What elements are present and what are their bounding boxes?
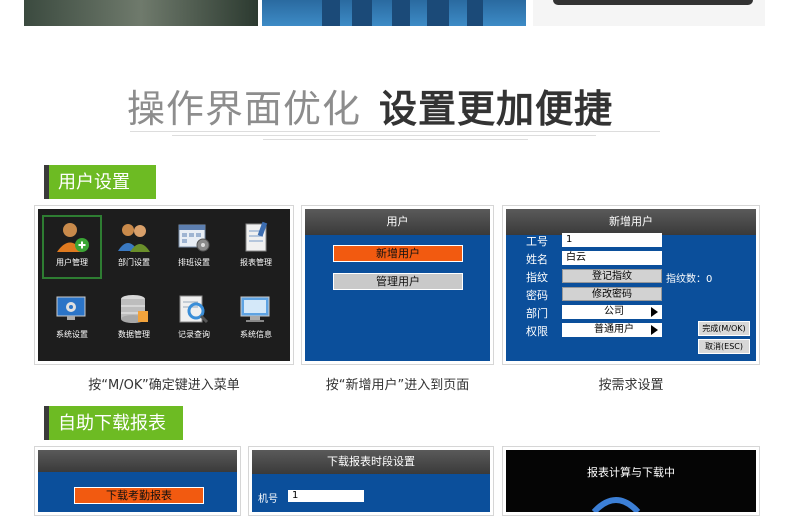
banner-photo-center	[262, 0, 526, 26]
screen-card-add-user: 新增用户 工号 1 姓名 白云 指纹 登记指纹 指纹数：0 密码 修改密码 部门…	[502, 205, 760, 365]
screen-card-download-menu: 下载考勤报表	[34, 446, 241, 516]
screen-card-main-menu: 用户管理 部门设置 排班设置 报表管理 系统设置 数据管理 记录查询 系统信息	[34, 205, 294, 365]
add-user-button[interactable]: 新增用户	[333, 245, 463, 262]
done-button[interactable]: 完成(M/OK)	[698, 321, 750, 336]
device-no-field[interactable]: 1	[288, 490, 364, 502]
menu-label: 用户管理	[56, 258, 88, 267]
manage-users-button[interactable]: 管理用户	[333, 273, 463, 290]
magnifier-document-icon	[176, 293, 212, 325]
download-attendance-report-button[interactable]: 下载考勤报表	[74, 487, 204, 504]
add-user-screen: 新增用户 工号 1 姓名 白云 指纹 登记指纹 指纹数：0 密码 修改密码 部门…	[506, 209, 756, 361]
label-id: 工号	[526, 235, 548, 248]
label-device-no: 机号	[258, 494, 278, 505]
menu-label: 报表管理	[240, 258, 272, 267]
change-password-button[interactable]: 修改密码	[562, 287, 662, 301]
name-field[interactable]: 白云	[562, 251, 662, 265]
menu-item-shift[interactable]: 排班设置	[166, 221, 222, 268]
menu-item-user-management[interactable]: 用户管理	[42, 215, 102, 279]
page-headline: 操作界面优化 设置更加便捷	[127, 78, 613, 133]
menu-item-data-management[interactable]: 数据管理	[106, 293, 162, 340]
menu-label: 系统设置	[56, 330, 88, 339]
main-menu-screen: 用户管理 部门设置 排班设置 报表管理 系统设置 数据管理 记录查询 系统信息	[38, 209, 290, 361]
screen-title: 用户	[305, 209, 490, 235]
silhouettes-graphic	[322, 0, 483, 26]
menu-item-record-query[interactable]: 记录查询	[166, 293, 222, 340]
fingerprint-count-text: 指纹数：	[666, 274, 706, 285]
permission-value: 普通用户	[594, 324, 634, 335]
monitor-info-icon	[238, 293, 274, 325]
dropdown-arrow-icon	[651, 325, 658, 335]
section-user-settings-title: 用户设置	[44, 165, 156, 199]
headline-light: 操作界面优化	[127, 87, 362, 131]
database-icon	[116, 293, 152, 325]
screen-card-download-period: 下载报表时段设置 机号 1	[248, 446, 494, 516]
banner-photo-left	[24, 0, 258, 26]
label-fingerprint: 指纹	[526, 271, 548, 284]
screen-title: 下载报表时段设置	[252, 450, 490, 474]
id-field[interactable]: 1	[562, 233, 662, 247]
menu-label: 系统信息	[240, 330, 272, 339]
section-title-text: 自助下载报表	[58, 413, 166, 433]
dropdown-arrow-icon	[651, 307, 658, 317]
menu-item-system-settings[interactable]: 系统设置	[44, 293, 100, 340]
report-clipboard-icon	[238, 221, 274, 253]
download-period-screen: 下载报表时段设置 机号 1	[252, 450, 490, 512]
label-password: 密码	[526, 289, 548, 302]
fingerprint-count-value: 0	[706, 274, 713, 285]
screen-card-user-menu: 用户 新增用户 管理用户	[301, 205, 494, 365]
menu-item-department[interactable]: 部门设置	[106, 221, 162, 268]
menu-label: 记录查询	[178, 330, 210, 339]
register-fingerprint-button[interactable]: 登记指纹	[562, 269, 662, 283]
user-menu-screen: 用户 新增用户 管理用户	[305, 209, 490, 361]
banner-photo-right	[533, 0, 765, 26]
screen-titlebar	[38, 450, 237, 472]
progress-title: 报表计算与下载中	[587, 466, 675, 479]
monitor-gear-icon	[54, 293, 90, 325]
label-department: 部门	[526, 307, 548, 320]
section-report-download-title: 自助下载报表	[44, 406, 183, 440]
menu-label: 数据管理	[118, 330, 150, 339]
label-name: 姓名	[526, 253, 548, 266]
label-permission: 权限	[526, 325, 548, 338]
cancel-button[interactable]: 取消(ESC)	[698, 339, 750, 354]
screen-title: 新增用户	[506, 209, 756, 235]
menu-label: 排班设置	[178, 258, 210, 267]
headline-bold: 设置更加便捷	[379, 87, 614, 131]
caption-add-user: 按需求设置	[598, 378, 664, 393]
department-value: 公司	[604, 306, 624, 317]
headline-decoration	[130, 128, 660, 148]
permission-select[interactable]: 普通用户	[562, 323, 662, 337]
caption-main-menu: 按“M/OK”确定键进入菜单	[88, 378, 240, 393]
menu-label: 部门设置	[118, 258, 150, 267]
caption-user-menu: 按“新增用户”进入到页面	[325, 378, 470, 393]
department-select[interactable]: 公司	[562, 305, 662, 319]
section-title-text: 用户设置	[58, 172, 130, 192]
fingerprint-count-label: 指纹数：0	[666, 270, 712, 285]
screen-card-report-progress: 报表计算与下载中	[502, 446, 760, 516]
download-menu-screen: 下载考勤报表	[38, 450, 237, 512]
calendar-gear-icon	[176, 221, 212, 253]
report-progress-screen: 报表计算与下载中	[506, 450, 756, 512]
refresh-arrow-icon	[591, 497, 641, 512]
menu-item-reports[interactable]: 报表管理	[228, 221, 284, 268]
menu-item-system-info[interactable]: 系统信息	[228, 293, 284, 340]
user-add-icon	[54, 221, 90, 253]
users-group-icon	[116, 221, 152, 253]
